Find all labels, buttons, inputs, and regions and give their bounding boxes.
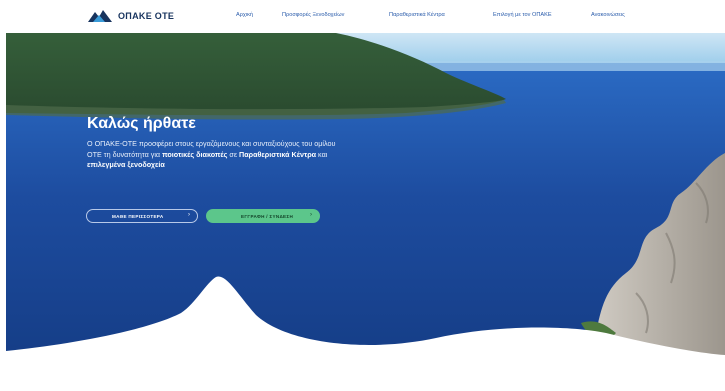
learn-more-label: ΜΑΘΕ ΠΕΡΙΣΣΟΤΕΡΑ	[112, 213, 164, 219]
mountain-logo-icon	[88, 10, 112, 22]
hero-background-image	[6, 33, 725, 363]
top-navigation: ΟΠΑΚΕ ΟΤΕ Αρχική Προσφορές Ξενοδοχείων Π…	[0, 0, 725, 33]
arrow-right-icon: ›	[310, 212, 312, 218]
learn-more-button[interactable]: ΜΑΘΕ ΠΕΡΙΣΣΟΤΕΡΑ ›	[86, 209, 198, 223]
site-logo[interactable]: ΟΠΑΚΕ ΟΤΕ	[88, 9, 174, 22]
hero-description: Ο ΟΠΑΚΕ-ΟΤΕ προσφέρει στους εργαζόμενους…	[87, 139, 336, 169]
nav-item-hotel-offers[interactable]: Προσφορές Ξενοδοχείων	[282, 12, 344, 18]
nav-item-holiday-centers[interactable]: Παραθεριστικά Κέντρα	[389, 12, 445, 18]
signup-login-label: ΕΓΓΡΑΦΗ / ΣΥΝΔΕΣΗ	[241, 213, 294, 219]
logo-text: ΟΠΑΚΕ ΟΤΕ	[118, 10, 175, 21]
nav-item-opake-choice[interactable]: Επιλογή με τον ΟΠΑΚΕ	[493, 12, 552, 18]
nav-item-announcements[interactable]: Ανακοινώσεις	[591, 12, 625, 18]
hero-title: Καλώς ήρθατε	[87, 115, 196, 132]
nav-item-home[interactable]: Αρχική	[236, 12, 253, 18]
hero-section: Καλώς ήρθατε Ο ΟΠΑΚΕ-ΟΤΕ προσφέρει στους…	[6, 33, 725, 363]
signup-login-button[interactable]: ΕΓΓΡΑΦΗ / ΣΥΝΔΕΣΗ ›	[206, 209, 320, 223]
arrow-right-icon: ›	[188, 212, 190, 218]
page: ΟΠΑΚΕ ΟΤΕ Αρχική Προσφορές Ξενοδοχείων Π…	[0, 0, 725, 391]
